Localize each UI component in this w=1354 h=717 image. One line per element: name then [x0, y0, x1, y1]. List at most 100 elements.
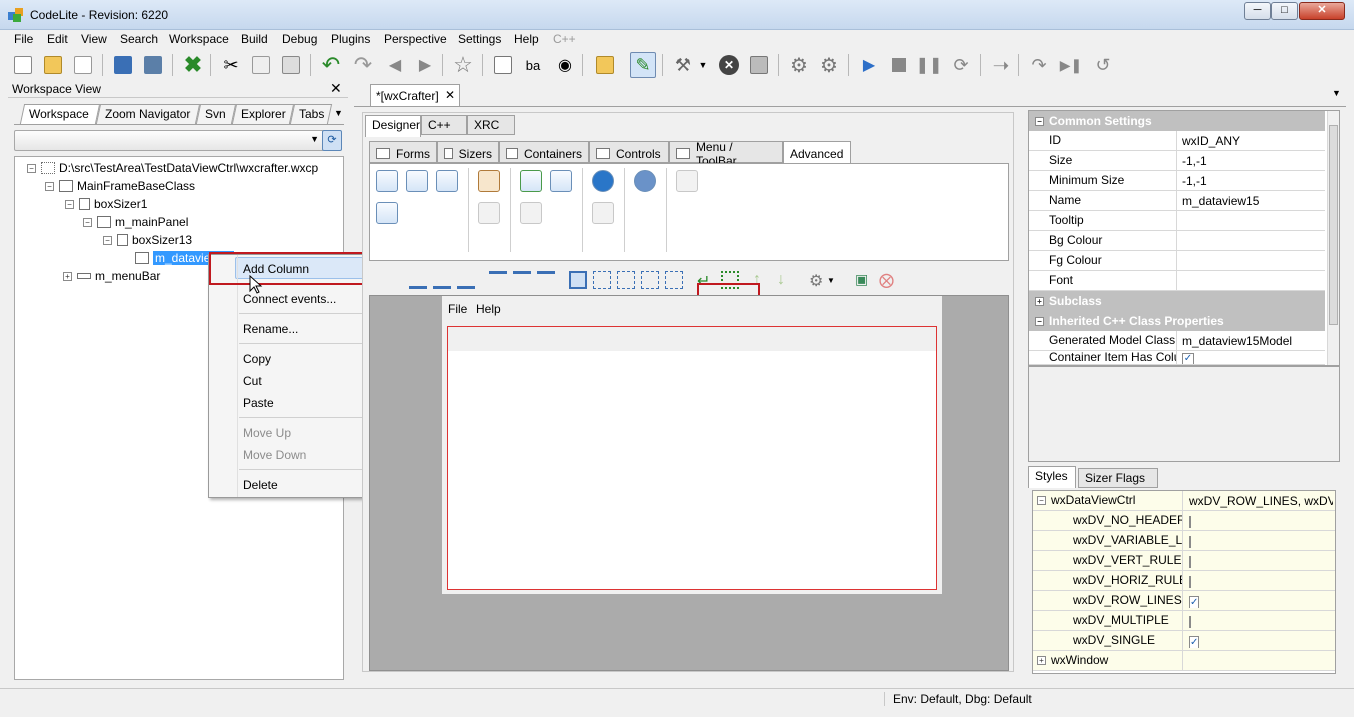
menu-item-copy[interactable]: Copy — [243, 352, 271, 366]
category-common-settings[interactable]: − Common Settings — [1029, 111, 1325, 131]
menu-plugins[interactable]: Plugins — [331, 32, 370, 46]
border-all-icon[interactable] — [569, 271, 587, 289]
compile-gear-icon[interactable]: ⚙ — [816, 52, 842, 78]
align-center-icon[interactable] — [433, 271, 451, 289]
prop-row[interactable]: Size -1,-1 — [1029, 150, 1325, 171]
tree-item-boxsizer1[interactable]: − boxSizer1 — [65, 195, 147, 213]
find-resource-icon[interactable] — [592, 52, 618, 78]
scrollbar-thumb[interactable] — [1329, 125, 1338, 325]
style-group-row[interactable]: −wxDataViewCtrl wxDV_ROW_LINES, wxDV_SIN… — [1033, 490, 1335, 511]
tab-forms[interactable]: Forms — [369, 141, 437, 163]
menu-cpp[interactable]: C++ — [553, 32, 576, 46]
tab-workspace[interactable]: Workspace — [19, 104, 101, 124]
debug-restart-icon[interactable]: ⟳ — [948, 52, 974, 78]
align-top-icon[interactable] — [489, 271, 507, 289]
style-row[interactable]: wxDV_HORIZ_RULES — [1033, 570, 1335, 591]
minimize-button[interactable]: ─ — [1244, 2, 1271, 20]
tab-menu-toolbar[interactable]: Menu / ToolBar — [669, 140, 783, 168]
prop-row[interactable]: ID wxID_ANY — [1029, 130, 1325, 151]
tab-sizers[interactable]: Sizers — [437, 141, 499, 163]
menu-item-paste[interactable]: Paste — [243, 396, 274, 410]
tree-item-mainpanel[interactable]: − m_mainPanel — [83, 213, 188, 231]
close-panel-icon[interactable]: ✕ — [330, 80, 342, 97]
align-left-icon[interactable] — [409, 271, 427, 289]
border-bottom-icon[interactable] — [665, 271, 683, 289]
step-in-icon[interactable]: ↷ — [1026, 52, 1052, 78]
tab-explorer[interactable]: Explorer — [231, 104, 295, 124]
expand-icon[interactable]: + — [1037, 656, 1046, 665]
tab-cpp[interactable]: C++ — [421, 115, 467, 135]
tab-zoom-navigator[interactable]: Zoom Navigator — [95, 104, 201, 124]
expand-icon[interactable]: + — [63, 271, 72, 281]
style-row[interactable]: wxDV_ROW_LINES ✓ — [1033, 590, 1335, 611]
properties-scrollbar[interactable] — [1327, 111, 1339, 365]
expand-icon[interactable]: + — [1035, 296, 1044, 306]
menu-build[interactable]: Build — [241, 32, 268, 46]
show-next-statement-icon[interactable]: ➝ — [988, 52, 1014, 78]
style-row[interactable]: wxDV_VARIABLE_LINE_HEIGHT — [1033, 530, 1335, 551]
debug-stop-icon[interactable] — [886, 52, 912, 78]
menu-search[interactable]: Search — [120, 32, 158, 46]
align-middle-icon[interactable] — [513, 271, 531, 289]
paste-icon[interactable] — [278, 52, 304, 78]
doc-tab-wxcrafter[interactable]: *[wxCrafter] ✕ — [370, 84, 460, 106]
collapse-icon[interactable]: − — [45, 181, 54, 191]
redo-icon[interactable]: ↷ — [350, 52, 376, 78]
new-file-icon[interactable] — [10, 52, 36, 78]
undo-icon[interactable]: ↶ — [318, 52, 344, 78]
prop-row[interactable]: Tooltip — [1029, 210, 1325, 231]
collapse-icon[interactable]: − — [103, 235, 112, 245]
preview-icon[interactable]: ▣ — [855, 271, 873, 289]
prop-row[interactable]: Name m_dataview15 — [1029, 190, 1325, 211]
menu-view[interactable]: View — [81, 32, 107, 46]
reload-file-icon[interactable] — [70, 52, 96, 78]
tab-advanced[interactable]: Advanced — [783, 141, 851, 163]
collapse-icon[interactable]: − — [1035, 316, 1044, 326]
tab-tabs[interactable]: Tabs — [289, 104, 333, 124]
align-bottom-icon[interactable] — [537, 271, 555, 289]
menu-workspace[interactable]: Workspace — [169, 32, 229, 46]
info-icon[interactable] — [592, 170, 614, 192]
palette-item-4-icon[interactable] — [376, 202, 398, 224]
cut-icon[interactable]: ✂ — [218, 52, 244, 78]
open-file-icon[interactable] — [40, 52, 66, 78]
palette-item-9-icon[interactable] — [520, 202, 542, 224]
menu-file[interactable]: File — [14, 32, 33, 46]
checkbox[interactable]: ✓ — [1182, 353, 1194, 364]
find-icon[interactable] — [490, 52, 516, 78]
menu-item-move-up[interactable]: Move Up — [243, 426, 291, 440]
menu-item-move-down[interactable]: Move Down — [243, 448, 306, 462]
prop-row[interactable]: Bg Colour — [1029, 230, 1325, 251]
palette-item-13-icon[interactable] — [676, 170, 698, 192]
copy-icon[interactable] — [248, 52, 274, 78]
preview-menu-help[interactable]: Help — [476, 302, 501, 316]
checkbox[interactable] — [1189, 535, 1191, 548]
border-right-icon[interactable] — [641, 271, 659, 289]
clean-icon[interactable] — [746, 52, 772, 78]
prop-row[interactable]: Minimum Size -1,-1 — [1029, 170, 1325, 191]
border-left-icon[interactable] — [593, 271, 611, 289]
tab-svn[interactable]: Svn — [195, 104, 237, 124]
palette-item-1-icon[interactable] — [376, 170, 398, 192]
palette-item-8-icon[interactable] — [550, 170, 572, 192]
preview-menu-file[interactable]: File — [448, 302, 467, 316]
close-file-icon[interactable]: ✖ — [180, 52, 206, 78]
forward-icon[interactable]: ▶ — [412, 52, 438, 78]
stop-build-icon[interactable]: ✕ — [716, 52, 742, 78]
palette-item-6-icon[interactable] — [478, 202, 500, 224]
tabs-dropdown-chevron-down-icon[interactable]: ▼ — [334, 108, 343, 118]
project-select[interactable]: ▼ — [14, 130, 324, 151]
tree-item-project[interactable]: − D:\src\TestArea\TestDataViewCtrl\wxcraf… — [27, 159, 318, 177]
delete-item-icon[interactable]: ⨂ — [879, 271, 897, 289]
close-button[interactable]: ✕ — [1299, 2, 1345, 20]
collapse-icon[interactable]: − — [1037, 496, 1046, 505]
tab-designer[interactable]: Designer — [365, 115, 421, 137]
tab-controls[interactable]: Controls — [589, 141, 669, 163]
menu-edit[interactable]: Edit — [47, 32, 68, 46]
style-group-row[interactable]: + wxWindow — [1033, 650, 1335, 671]
palette-item-5-icon[interactable] — [478, 170, 500, 192]
menu-item-rename[interactable]: Rename... — [243, 322, 298, 336]
palette-item-2-icon[interactable] — [406, 170, 428, 192]
palette-item-3-icon[interactable] — [436, 170, 458, 192]
close-tab-icon[interactable]: ✕ — [445, 88, 455, 102]
